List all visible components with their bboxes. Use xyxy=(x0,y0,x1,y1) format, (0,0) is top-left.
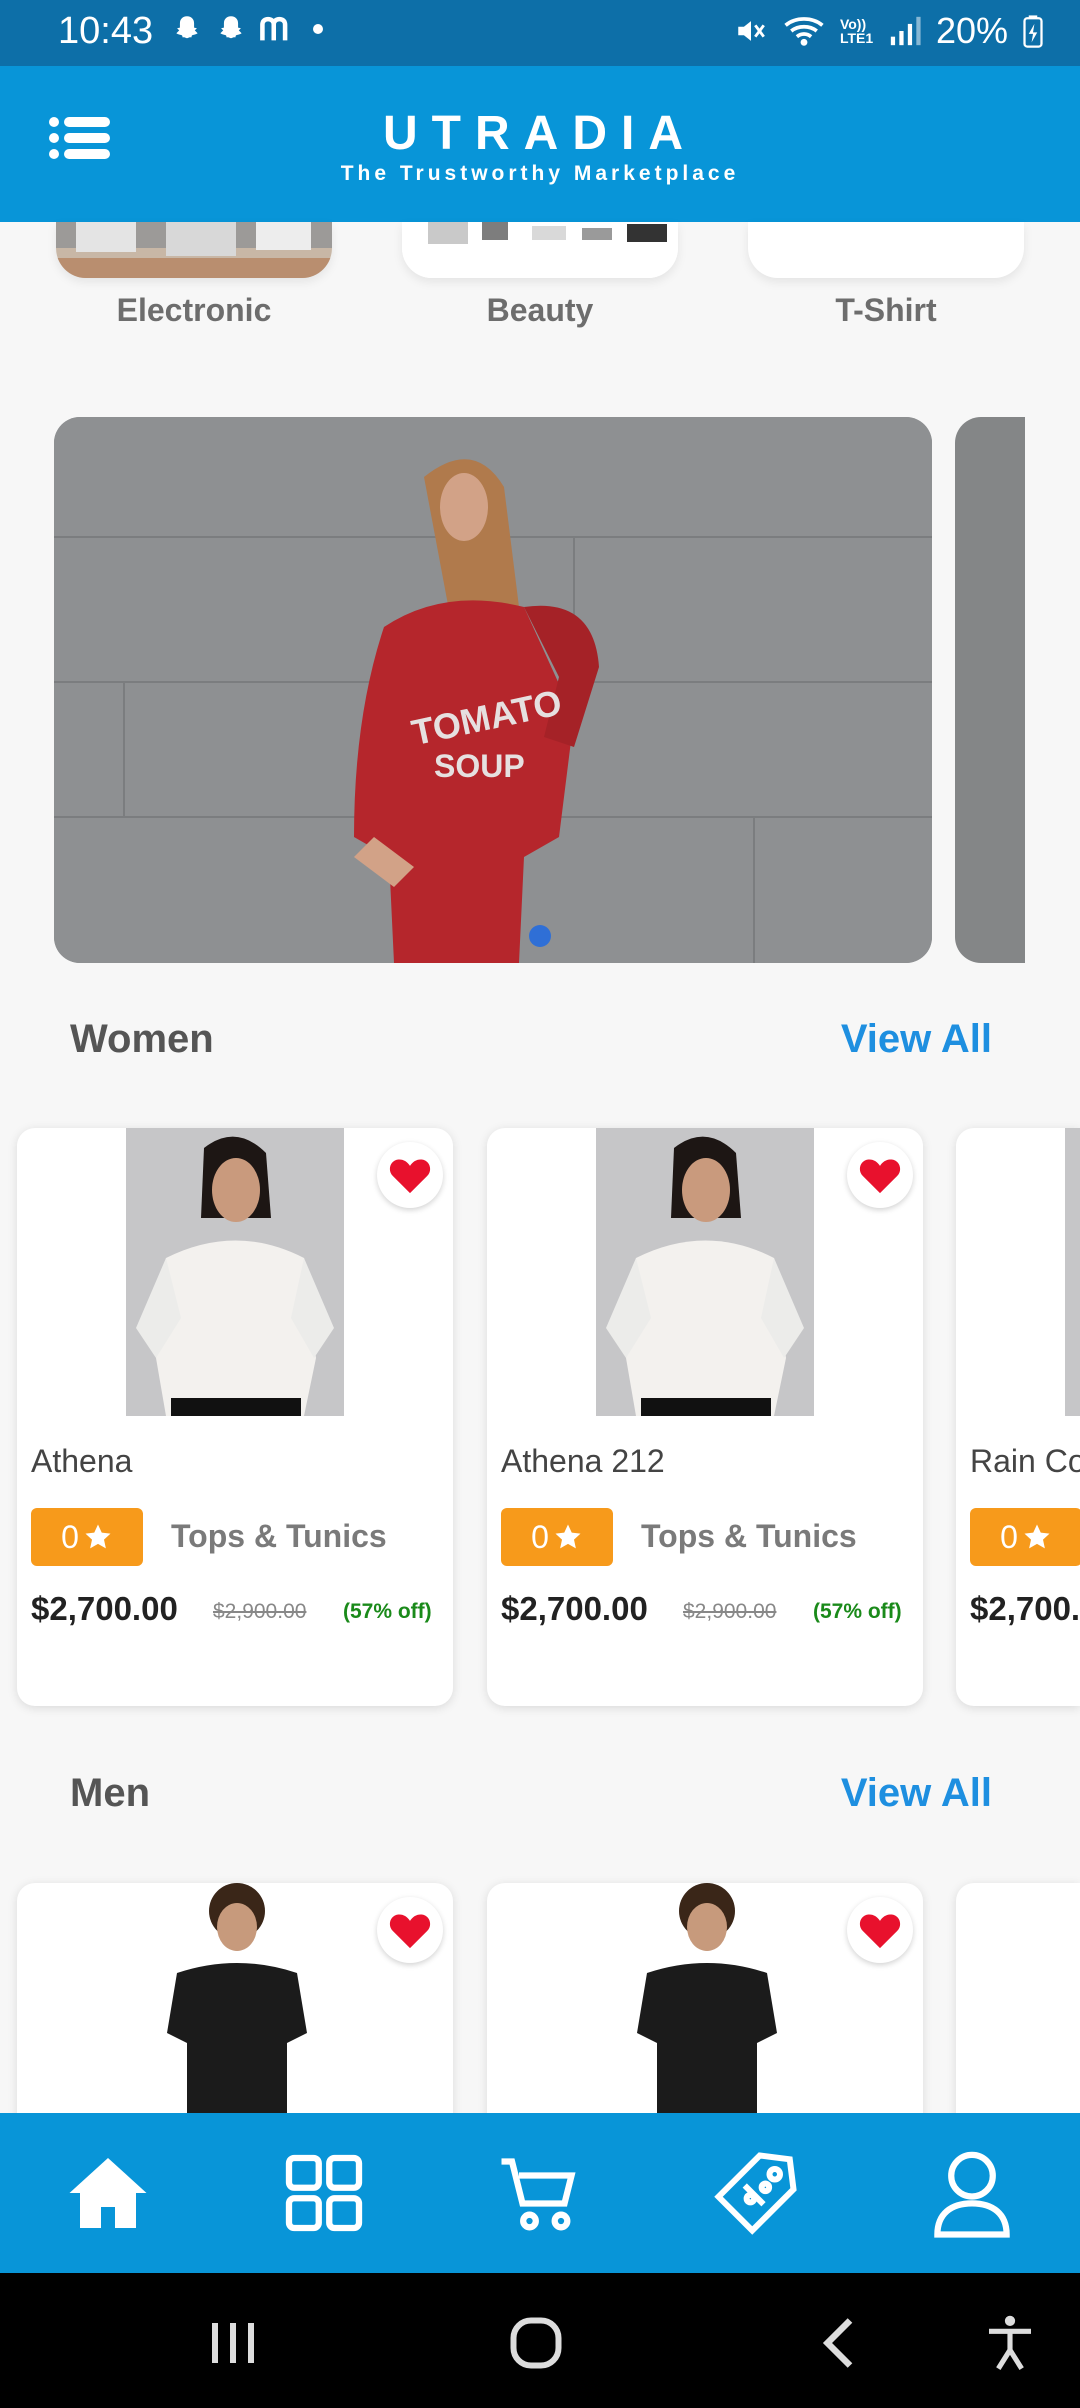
product-price: $2,700. xyxy=(970,1590,1080,1627)
signal-icon xyxy=(890,16,921,46)
wifi-icon xyxy=(784,17,824,46)
product-name: Athena xyxy=(31,1443,133,1479)
favorite-button[interactable] xyxy=(847,1142,913,1208)
offers-icon xyxy=(714,2152,797,2235)
category-label: Electronic xyxy=(116,292,272,328)
section-title-women: Women xyxy=(70,1017,214,1061)
snapchat-icon xyxy=(220,16,242,39)
back-button[interactable] xyxy=(800,2303,880,2383)
next-banner-peek[interactable] xyxy=(955,417,1025,963)
rating-badge: 0 xyxy=(970,1508,1080,1566)
product-price: $2,700.00 xyxy=(31,1590,178,1627)
status-time: 10:43 xyxy=(58,10,154,52)
promo-banner[interactable]: TOMATO SOUP xyxy=(54,417,932,963)
product-old-price: $2,900.00 xyxy=(213,1600,307,1623)
app-subtitle: The Trustworthy Marketplace xyxy=(340,162,740,185)
app-title: UTRADIA xyxy=(383,107,697,160)
product-discount: (57% off) xyxy=(343,1600,432,1623)
view-all-men-link[interactable]: View All xyxy=(841,1771,992,1816)
home-icon xyxy=(69,2158,147,2228)
nav-profile[interactable] xyxy=(922,2143,1022,2243)
product-card[interactable]: Athena 212 0 Tops & Tunics $2,700.00 $2,… xyxy=(487,1128,923,1706)
product-card[interactable] xyxy=(17,1883,453,2143)
rating-badge: 0 xyxy=(31,1508,143,1566)
product-card[interactable] xyxy=(487,1883,923,2143)
product-image xyxy=(637,1883,777,2113)
category-beauty-tile[interactable] xyxy=(402,222,678,278)
recent-apps-button[interactable] xyxy=(194,2303,274,2383)
favorite-button[interactable] xyxy=(847,1897,913,1963)
rating-value: 0 xyxy=(1000,1518,1018,1555)
category-beauty-image xyxy=(402,222,678,278)
star-icon xyxy=(85,1524,111,1549)
app-bar: UTRADIA The Trustworthy Marketplace xyxy=(0,66,1080,222)
product-name: Athena 212 xyxy=(501,1443,665,1479)
carousel-indicator xyxy=(529,925,551,947)
nav-cart[interactable] xyxy=(490,2143,590,2243)
nav-offers[interactable] xyxy=(706,2143,806,2243)
nav-home[interactable] xyxy=(58,2143,158,2243)
profile-icon xyxy=(934,2151,1010,2238)
star-icon xyxy=(555,1524,581,1549)
categories-icon xyxy=(285,2154,363,2232)
recent-apps-icon xyxy=(212,2323,254,2363)
product-category: Tops & Tunics xyxy=(641,1518,857,1554)
banner-image: TOMATO SOUP xyxy=(54,417,932,963)
network-label: Vo)) LTE1 xyxy=(839,16,874,46)
view-all-women-link[interactable]: View All xyxy=(841,1017,992,1062)
product-category: Tops & Tunics xyxy=(171,1518,387,1554)
battery-charging-icon xyxy=(1023,15,1043,48)
category-electronic-tile[interactable] xyxy=(56,222,332,278)
snapchat-icon xyxy=(176,16,198,39)
cart-icon xyxy=(501,2158,576,2231)
favorite-button[interactable] xyxy=(377,1142,443,1208)
system-navigation-bar xyxy=(0,2273,1080,2408)
category-label: T-Shirt xyxy=(835,292,937,328)
rating-value: 0 xyxy=(61,1518,79,1555)
product-card[interactable] xyxy=(956,1883,1080,2143)
heart-icon xyxy=(389,1914,431,1949)
system-status: Vo)) LTE1 20% xyxy=(734,10,1044,52)
dot-icon xyxy=(313,24,323,34)
product-price: $2,700.00 xyxy=(501,1590,648,1627)
product-old-price: $2,900.00 xyxy=(683,1600,777,1623)
heart-icon xyxy=(859,1159,901,1194)
rating-value: 0 xyxy=(531,1518,549,1555)
favorite-button[interactable] xyxy=(377,1897,443,1963)
bottom-navigation xyxy=(0,2113,1080,2273)
notification-icons xyxy=(170,12,328,46)
product-card[interactable]: Rain Co 0 $2,700. xyxy=(956,1128,1080,1706)
product-image xyxy=(167,1883,307,2113)
category-electronic-image xyxy=(56,222,332,278)
product-discount: (57% off) xyxy=(813,1600,902,1623)
accessibility-button[interactable] xyxy=(970,2303,1050,2383)
product-card[interactable]: Athena 0 Tops & Tunics $2,700.00 $2,900.… xyxy=(17,1128,453,1706)
nav-categories[interactable] xyxy=(274,2143,374,2243)
status-bar: 10:43 Vo)) LTE1 20% xyxy=(0,0,1080,66)
product-image xyxy=(596,1128,814,1416)
product-image xyxy=(126,1128,344,1416)
product-name: Rain Co xyxy=(970,1443,1080,1479)
heart-icon xyxy=(389,1159,431,1194)
product-image xyxy=(1065,1128,1080,1416)
home-button[interactable] xyxy=(496,2303,576,2383)
heart-icon xyxy=(859,1914,901,1949)
category-label: Beauty xyxy=(486,292,594,328)
home-circle-icon xyxy=(510,2317,562,2369)
messenger-icon xyxy=(260,16,288,41)
battery-level: 20% xyxy=(935,10,1008,51)
star-icon xyxy=(1024,1524,1050,1549)
accessibility-icon xyxy=(989,2315,1031,2371)
section-title-men: Men xyxy=(70,1771,150,1815)
mute-icon xyxy=(738,21,765,41)
rating-badge: 0 xyxy=(501,1508,613,1566)
banner-shirt-text-2: SOUP xyxy=(434,748,525,784)
category-tshirt-tile[interactable] xyxy=(748,222,1024,278)
back-icon xyxy=(822,2318,853,2368)
